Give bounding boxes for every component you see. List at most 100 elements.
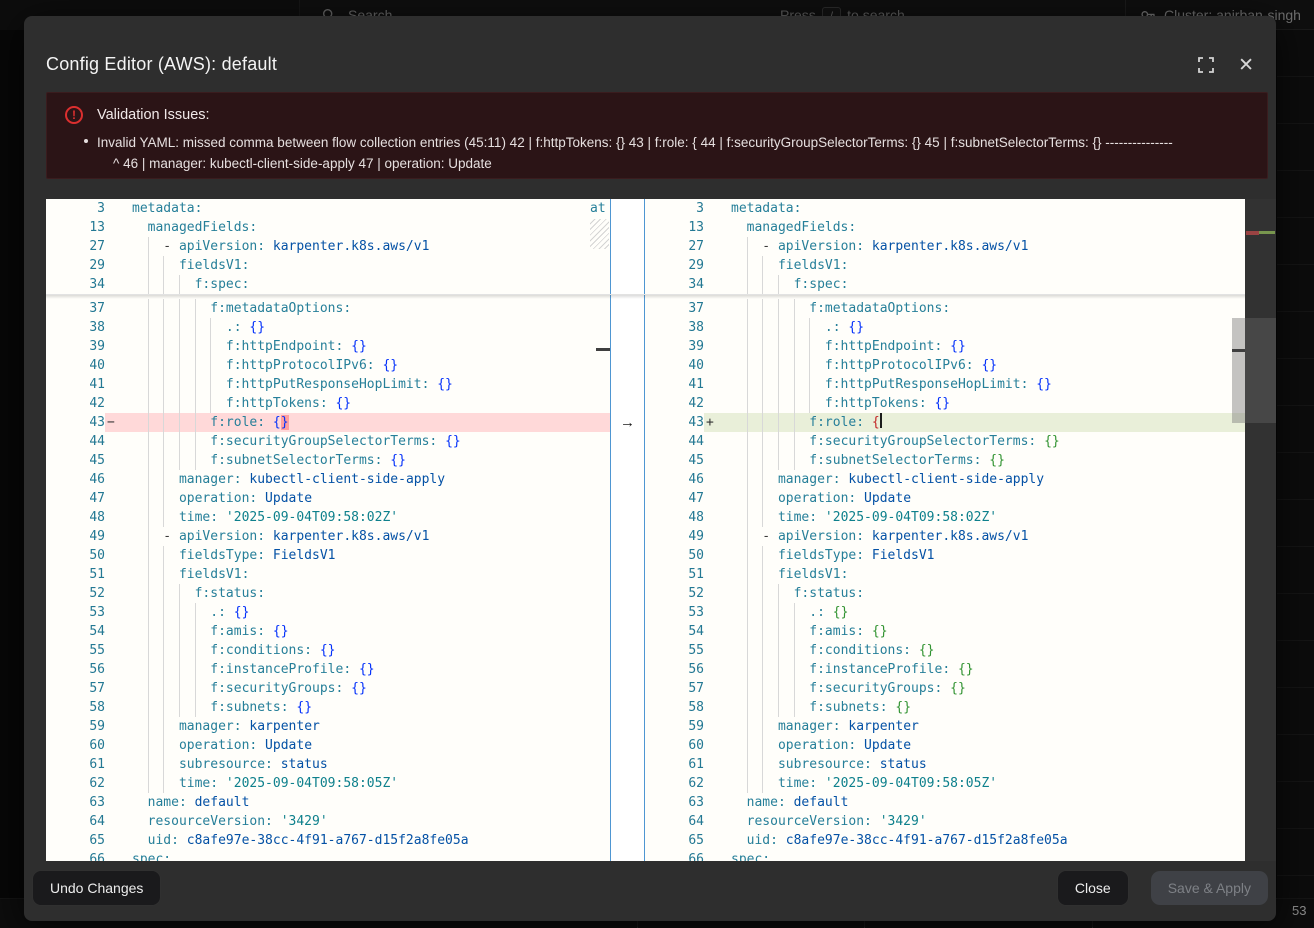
code-line-47[interactable]: 47operation: Update — [645, 489, 1245, 508]
revert-change-arrow-button[interactable]: → — [613, 413, 642, 432]
line-number: 27 — [645, 237, 704, 256]
code-line-40[interactable]: 40f:httpProtocolIPv6: {} — [46, 356, 610, 375]
line-number: 56 — [46, 660, 105, 679]
diff-marker — [105, 527, 119, 546]
code-line-46[interactable]: 46manager: kubectl-client-side-apply — [46, 470, 610, 489]
line-number: 42 — [46, 394, 105, 413]
code-line-62[interactable]: 62time: '2025-09-04T09:58:05Z' — [645, 774, 1245, 793]
code-line-63[interactable]: 63name: default — [46, 793, 610, 812]
code-line-66[interactable]: 66spec: — [645, 850, 1245, 861]
bullet-icon — [84, 139, 88, 143]
code-line-53[interactable]: 53.: {} — [46, 603, 610, 622]
line-number: 44 — [46, 432, 105, 451]
line-number: 51 — [645, 565, 704, 584]
code-line-59[interactable]: 59manager: karpenter — [645, 717, 1245, 736]
code-line-42[interactable]: 42f:httpTokens: {} — [46, 394, 610, 413]
save-apply-button[interactable]: Save & Apply — [1151, 871, 1268, 905]
code-line-38[interactable]: 38.: {} — [46, 318, 610, 337]
line-number: 13 — [645, 218, 704, 237]
code-line-61[interactable]: 61subresource: status — [46, 755, 610, 774]
code-line-60[interactable]: 60operation: Update — [645, 736, 1245, 755]
code-line-54[interactable]: 54f:amis: {} — [46, 622, 610, 641]
code-line-64[interactable]: 64resourceVersion: '3429' — [46, 812, 610, 831]
code-line-48[interactable]: 48time: '2025-09-04T09:58:02Z' — [645, 508, 1245, 527]
code-line-55[interactable]: 55f:conditions: {} — [46, 641, 610, 660]
code-line-58[interactable]: 58f:subnets: {} — [46, 698, 610, 717]
line-number: 27 — [46, 237, 105, 256]
code-line-55[interactable]: 55f:conditions: {} — [645, 641, 1245, 660]
code-line-27[interactable]: 27- apiVersion: karpenter.k8s.aws/v1 — [645, 237, 1245, 256]
code-line-29[interactable]: 29fieldsV1: — [46, 256, 610, 275]
code-line-57[interactable]: 57f:securityGroups: {} — [645, 679, 1245, 698]
code-line-49[interactable]: 49- apiVersion: karpenter.k8s.aws/v1 — [46, 527, 610, 546]
code-line-56[interactable]: 56f:instanceProfile: {} — [46, 660, 610, 679]
code-line-62[interactable]: 62time: '2025-09-04T09:58:05Z' — [46, 774, 610, 793]
undo-changes-button[interactable]: Undo Changes — [32, 870, 161, 906]
code-line-59[interactable]: 59manager: karpenter — [46, 717, 610, 736]
code-line-47[interactable]: 47operation: Update — [46, 489, 610, 508]
code-line-39[interactable]: 39f:httpEndpoint: {} — [46, 337, 610, 356]
line-number: 48 — [645, 508, 704, 527]
diff-marker — [105, 199, 119, 218]
code-line-38[interactable]: 38.: {} — [645, 318, 1245, 337]
diff-marker — [105, 546, 119, 565]
code-line-66[interactable]: 66spec: — [46, 850, 610, 861]
diff-marker — [704, 698, 718, 717]
code-line-56[interactable]: 56f:instanceProfile: {} — [645, 660, 1245, 679]
code-line-50[interactable]: 50fieldsType: FieldsV1 — [645, 546, 1245, 565]
code-line-53[interactable]: 53.: {} — [645, 603, 1245, 622]
code-line-37[interactable]: 37f:metadataOptions: — [645, 299, 1245, 318]
code-line-29[interactable]: 29fieldsV1: — [645, 256, 1245, 275]
code-line-51[interactable]: 51fieldsV1: — [46, 565, 610, 584]
code-line-49[interactable]: 49- apiVersion: karpenter.k8s.aws/v1 — [645, 527, 1245, 546]
alert-message-line1: Invalid YAML: missed comma between flow … — [97, 132, 1243, 153]
code-line-58[interactable]: 58f:subnets: {} — [645, 698, 1245, 717]
code-line-37[interactable]: 37f:metadataOptions: — [46, 299, 610, 318]
code-line-45[interactable]: 45f:subnetSelectorTerms: {} — [46, 451, 610, 470]
line-number: 37 — [46, 299, 105, 318]
code-line-48[interactable]: 48time: '2025-09-04T09:58:02Z' — [46, 508, 610, 527]
expand-icon[interactable] — [1198, 57, 1214, 73]
code-line-41[interactable]: 41f:httpPutResponseHopLimit: {} — [46, 375, 610, 394]
code-line-39[interactable]: 39f:httpEndpoint: {} — [645, 337, 1245, 356]
code-line-34[interactable]: 34f:spec: — [645, 275, 1245, 294]
code-line-44[interactable]: 44f:securityGroupSelectorTerms: {} — [645, 432, 1245, 451]
code-line-51[interactable]: 51fieldsV1: — [645, 565, 1245, 584]
code-line-65[interactable]: 65uid: c8afe97e-38cc-4f91-a767-d15f2a8fe… — [645, 831, 1245, 850]
diff-marker — [704, 337, 718, 356]
code-line-52[interactable]: 52f:status: — [46, 584, 610, 603]
code-line-46[interactable]: 46manager: kubectl-client-side-apply — [645, 470, 1245, 489]
code-line-63[interactable]: 63name: default — [645, 793, 1245, 812]
line-number: 3 — [46, 199, 105, 218]
code-line-50[interactable]: 50fieldsType: FieldsV1 — [46, 546, 610, 565]
code-line-45[interactable]: 45f:subnetSelectorTerms: {} — [645, 451, 1245, 470]
code-line-43[interactable]: 43−f:role: {} — [46, 413, 610, 432]
code-line-13[interactable]: 13managedFields: — [645, 218, 1245, 237]
code-line-60[interactable]: 60operation: Update — [46, 736, 610, 755]
code-line-3[interactable]: 3metadata: — [645, 199, 1245, 218]
diff-marker — [704, 603, 718, 622]
diff-marker — [704, 451, 718, 470]
code-line-65[interactable]: 65uid: c8afe97e-38cc-4f91-a767-d15f2a8fe… — [46, 831, 610, 850]
code-line-13[interactable]: 13managedFields: — [46, 218, 610, 237]
code-line-40[interactable]: 40f:httpProtocolIPv6: {} — [645, 356, 1245, 375]
code-line-57[interactable]: 57f:securityGroups: {} — [46, 679, 610, 698]
close-icon[interactable]: ✕ — [1238, 56, 1254, 74]
code-line-3[interactable]: 3metadata: — [46, 199, 610, 218]
line-number: 60 — [645, 736, 704, 755]
code-line-27[interactable]: 27- apiVersion: karpenter.k8s.aws/v1 — [46, 237, 610, 256]
code-line-54[interactable]: 54f:amis: {} — [645, 622, 1245, 641]
close-button[interactable]: Close — [1057, 870, 1129, 906]
code-line-64[interactable]: 64resourceVersion: '3429' — [645, 812, 1245, 831]
code-line-42[interactable]: 42f:httpTokens: {} — [645, 394, 1245, 413]
code-line-61[interactable]: 61subresource: status — [645, 755, 1245, 774]
overview-ruler-slider[interactable] — [1245, 318, 1276, 423]
code-line-52[interactable]: 52f:status: — [645, 584, 1245, 603]
code-line-34[interactable]: 34f:spec: — [46, 275, 610, 294]
error-icon: ! — [65, 106, 83, 124]
line-number: 34 — [46, 275, 105, 294]
code-line-44[interactable]: 44f:securityGroupSelectorTerms: {} — [46, 432, 610, 451]
code-line-41[interactable]: 41f:httpPutResponseHopLimit: {} — [645, 375, 1245, 394]
code-line-43[interactable]: 43+f:role: { — [645, 413, 1245, 432]
right-scrollbar-slider[interactable] — [1232, 318, 1245, 423]
